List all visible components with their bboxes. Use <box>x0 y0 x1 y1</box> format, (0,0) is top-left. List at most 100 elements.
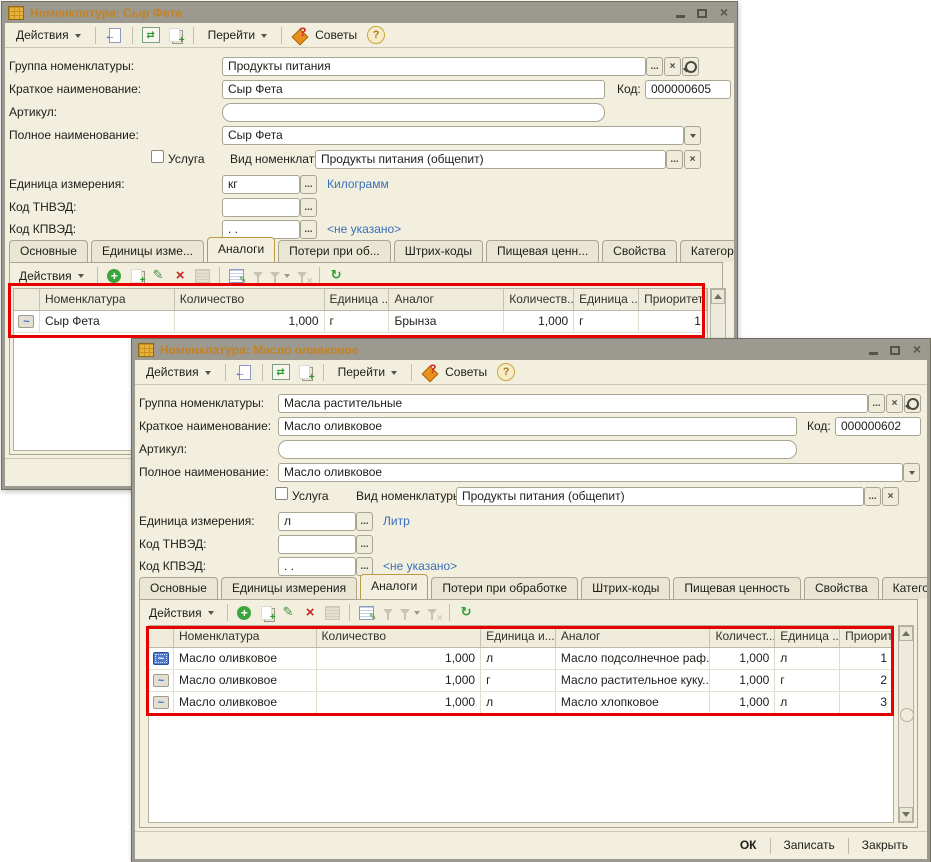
titlebar[interactable]: Номенклатура: Сыр Фета × <box>2 2 737 23</box>
column-header-nomenclature[interactable]: Номенклатура <box>40 289 175 310</box>
tab-losses[interactable]: Потери при обработке <box>431 577 578 599</box>
cell-quantity[interactable]: 1,000 <box>175 311 325 332</box>
scroll-thumb[interactable] <box>900 708 914 722</box>
close-button[interactable]: × <box>910 343 924 356</box>
group-clear-button[interactable]: × <box>664 57 681 76</box>
column-header-quantity2[interactable]: Количеств... <box>504 289 574 310</box>
full-name-input[interactable]: Сыр Фета <box>222 126 684 145</box>
help-button[interactable]: ? <box>497 363 515 381</box>
cell-unit2[interactable]: л <box>775 648 840 669</box>
cell-analog[interactable]: Масло растительное куку... <box>556 670 711 691</box>
unit-input[interactable]: кг <box>222 175 300 194</box>
column-header-analog[interactable]: Аналог <box>556 626 711 647</box>
tnved-select-button[interactable]: ... <box>300 198 317 217</box>
help-button[interactable]: ? <box>367 26 385 44</box>
column-header-unit2[interactable]: Единица ... <box>574 289 639 310</box>
tips-button[interactable]: Советы <box>444 362 493 382</box>
edit-row-button[interactable]: ✎ <box>149 266 168 285</box>
column-header-icon[interactable] <box>14 289 40 310</box>
cell-priority[interactable]: 2 <box>840 670 893 691</box>
tnved-input[interactable] <box>278 535 356 554</box>
close-button[interactable]: × <box>717 6 731 19</box>
copy-row-button[interactable]: + <box>127 266 146 285</box>
cell-analog[interactable]: Масло хлопковое <box>556 692 711 713</box>
column-header-nomenclature[interactable]: Номенклатура <box>174 626 317 647</box>
cell-quantity[interactable]: 1,000 <box>317 692 482 713</box>
goto-menu-button[interactable]: Перейти <box>332 362 404 382</box>
cell-nomenclature[interactable]: Масло оливковое <box>174 692 317 713</box>
refresh-button[interactable]: ↻ <box>457 603 476 622</box>
minimize-button[interactable] <box>866 343 880 356</box>
cell-analog[interactable]: Масло подсолнечное раф... <box>556 648 711 669</box>
cell-quantity2[interactable]: 1,000 <box>710 692 775 713</box>
delete-row-button[interactable]: × <box>301 603 320 622</box>
cell-quantity2[interactable]: 1,000 <box>710 648 775 669</box>
cell-unit2[interactable]: г <box>775 670 840 691</box>
unit-link[interactable]: Литр <box>383 512 410 531</box>
cell-nomenclature[interactable]: Масло оливковое <box>174 670 317 691</box>
full-name-input[interactable]: Масло оливковое <box>278 463 903 482</box>
end-edit-button[interactable] <box>193 266 212 285</box>
cell-analog[interactable]: Брынза <box>389 311 504 332</box>
short-name-input[interactable]: Сыр Фета <box>222 80 605 99</box>
cell-quantity2[interactable]: 1,000 <box>504 311 574 332</box>
tab-properties[interactable]: Свойства <box>602 240 677 262</box>
filter-by-value-button[interactable] <box>379 603 398 622</box>
cell-priority[interactable]: 1 <box>639 311 707 332</box>
cell-priority[interactable]: 1 <box>840 648 893 669</box>
tab-units[interactable]: Единицы изме... <box>91 240 204 262</box>
unit-select-button[interactable]: ... <box>300 175 317 194</box>
group-clear-button[interactable]: × <box>886 394 903 413</box>
reread-button[interactable]: ⇄ <box>141 25 161 45</box>
copy-row-button[interactable]: + <box>257 603 276 622</box>
column-header-analog[interactable]: Аналог <box>389 289 504 310</box>
group-select-button[interactable]: ... <box>868 394 885 413</box>
cell-unit[interactable]: г <box>481 670 556 691</box>
row-icon-cell[interactable]: ~ <box>149 692 174 713</box>
tab-nutrition[interactable]: Пищевая ценность <box>673 577 801 599</box>
clear-filter-button[interactable]: × <box>423 603 442 622</box>
cell-quantity[interactable]: 1,000 <box>317 648 482 669</box>
cell-nomenclature[interactable]: Масло оливковое <box>174 648 317 669</box>
service-checkbox[interactable] <box>275 487 288 500</box>
column-header-quantity[interactable]: Количество <box>175 289 325 310</box>
tab-categories[interactable]: Категории <box>882 577 927 599</box>
tab-analogs[interactable]: Аналоги <box>207 237 275 262</box>
unit-input[interactable]: л <box>278 512 356 531</box>
filter-by-value-button[interactable] <box>249 266 268 285</box>
kpved-input[interactable]: . . <box>278 557 356 576</box>
group-search-button[interactable] <box>904 394 921 413</box>
titlebar[interactable]: Номенклатура: Масло оливковое × <box>132 339 930 360</box>
full-name-dropdown-button[interactable] <box>903 463 920 482</box>
tab-units[interactable]: Единицы измерения <box>221 577 357 599</box>
kind-input[interactable]: Продукты питания (общепит) <box>315 150 666 169</box>
analog-row[interactable]: ~ Масло оливковое 1,000 г Масло растител… <box>149 670 893 692</box>
column-header-unit[interactable]: Единица ... <box>325 289 390 310</box>
service-checkbox[interactable] <box>151 150 164 163</box>
kind-select-button[interactable]: ... <box>864 487 881 506</box>
clear-filter-button[interactable]: × <box>293 266 312 285</box>
scroll-up-button[interactable] <box>711 289 725 304</box>
cell-nomenclature[interactable]: Сыр Фета <box>40 311 175 332</box>
copy-new-button[interactable]: + <box>165 25 185 45</box>
unit-select-button[interactable]: ... <box>356 512 373 531</box>
cell-priority[interactable]: 3 <box>840 692 893 713</box>
group-input[interactable]: Масла растительные <box>278 394 868 413</box>
maximize-button[interactable] <box>888 343 902 356</box>
close-window-button[interactable]: Закрыть <box>851 833 919 858</box>
tab-analogs[interactable]: Аналоги <box>360 574 428 599</box>
cell-unit[interactable]: л <box>481 648 556 669</box>
unit-link[interactable]: Килограмм <box>327 175 389 194</box>
filter-history-button[interactable] <box>271 266 290 285</box>
scroll-up-button[interactable] <box>899 626 913 641</box>
cell-quantity2[interactable]: 1,000 <box>710 670 775 691</box>
cell-quantity[interactable]: 1,000 <box>317 670 482 691</box>
tips-button[interactable]: Советы <box>314 25 363 45</box>
row-icon-cell[interactable]: ~ <box>14 311 40 332</box>
code-input[interactable]: 000000602 <box>835 417 921 436</box>
tab-barcodes[interactable]: Штрих-коды <box>581 577 670 599</box>
kpved-select-button[interactable]: ... <box>300 220 317 239</box>
maximize-button[interactable] <box>695 6 709 19</box>
filter-history-button[interactable] <box>401 603 420 622</box>
code-input[interactable]: 000000605 <box>645 80 731 99</box>
